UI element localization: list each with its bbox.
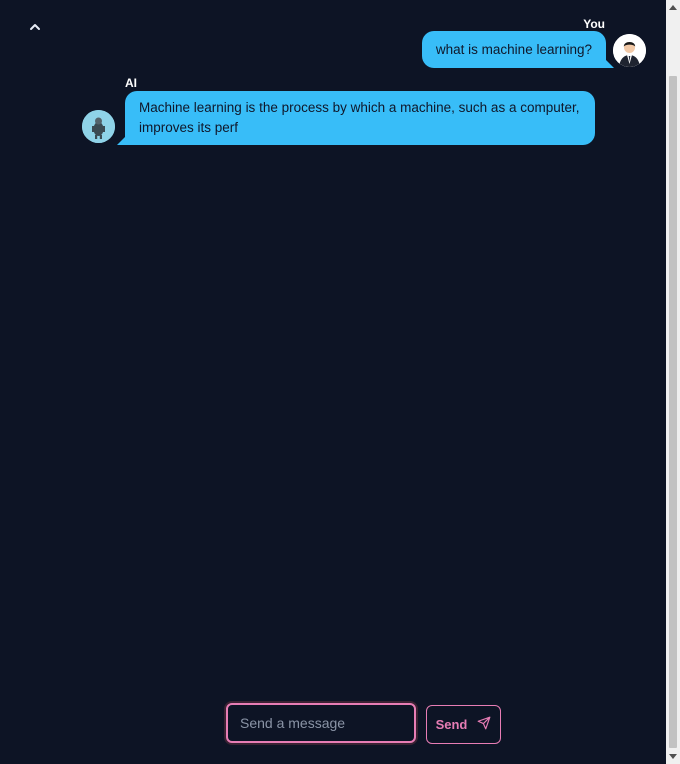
- ai-message-text: Machine learning is the process by which…: [139, 100, 580, 135]
- user-message-text: what is machine learning?: [435, 41, 592, 57]
- scrollbar-thumb[interactable]: [669, 76, 677, 748]
- user-message-bubble: what is machine learning?: [421, 31, 615, 68]
- message-author-ai: AI: [125, 76, 137, 90]
- user-avatar-icon: [613, 34, 646, 67]
- send-button[interactable]: Send: [426, 705, 501, 744]
- message-author-user: You: [583, 17, 605, 31]
- send-icon: [477, 716, 491, 733]
- chat-app: You what is machine learning? AI Machine…: [0, 0, 666, 764]
- chevron-up-icon[interactable]: [26, 18, 44, 36]
- message-input[interactable]: [226, 703, 416, 743]
- robot-avatar-icon: [82, 110, 115, 143]
- ai-message-bubble: Machine learning is the process by which…: [117, 91, 595, 145]
- scroll-up-arrow-icon[interactable]: [666, 0, 680, 14]
- scroll-down-arrow-icon[interactable]: [666, 750, 680, 764]
- send-button-label: Send: [435, 717, 468, 732]
- vertical-scrollbar[interactable]: [666, 0, 680, 764]
